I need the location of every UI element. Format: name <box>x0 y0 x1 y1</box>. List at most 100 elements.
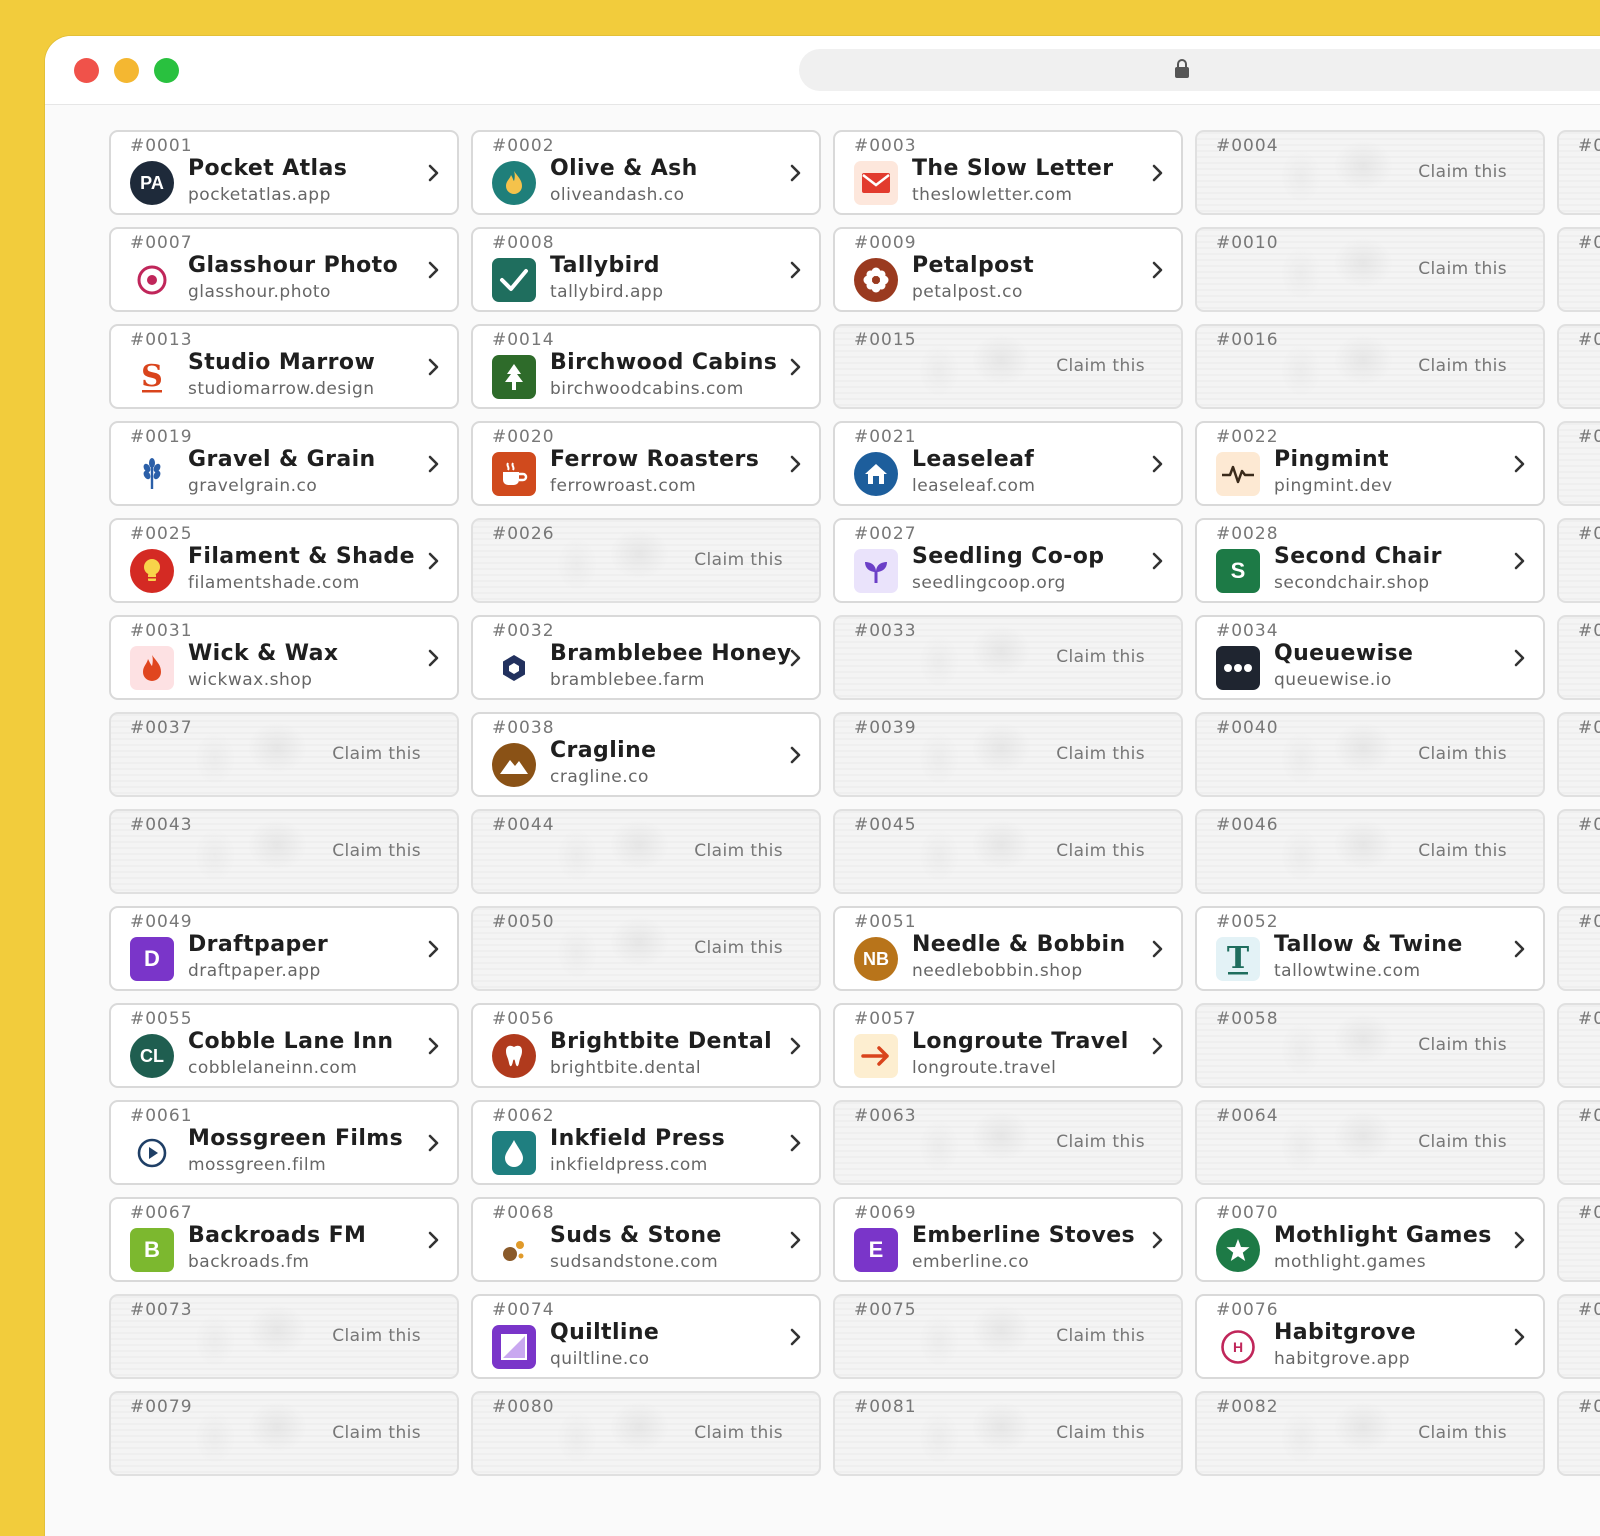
site-card[interactable]: #0025 Filament & Shade filamentshade.com <box>109 518 459 603</box>
claim-this-link[interactable]: Claim this <box>1418 356 1507 376</box>
claim-card[interactable]: #0071 <box>1557 1197 1600 1282</box>
claim-card[interactable]: #0053 <box>1557 906 1600 991</box>
site-card[interactable]: #0008 Tallybird tallybird.app <box>471 227 821 312</box>
claim-this-link[interactable]: Claim this <box>332 744 421 764</box>
site-card[interactable]: #0076 H Habitgrove habitgrove.app <box>1195 1294 1545 1379</box>
site-card[interactable]: #0049 D Draftpaper draftpaper.app <box>109 906 459 991</box>
card-number: #0021 <box>854 427 917 447</box>
site-card[interactable]: #0002 Olive & Ash oliveandash.co <box>471 130 821 215</box>
claim-card[interactable]: #0040 Claim this <box>1195 712 1545 797</box>
claim-this-link[interactable]: Claim this <box>1056 841 1145 861</box>
site-card[interactable]: #0061 Mossgreen Films mossgreen.film <box>109 1100 459 1185</box>
claim-card[interactable]: #0064 Claim this <box>1195 1100 1545 1185</box>
claim-this-link[interactable]: Claim this <box>694 841 783 861</box>
site-card[interactable]: #0013 S Studio Marrow studiomarrow.design <box>109 324 459 409</box>
claim-card[interactable]: #0081 Claim this <box>833 1391 1183 1476</box>
claim-card[interactable]: #0044 Claim this <box>471 809 821 894</box>
claim-this-link[interactable]: Claim this <box>1418 1035 1507 1055</box>
claim-this-link[interactable]: Claim this <box>1056 356 1145 376</box>
site-card[interactable]: #0062 Inkfield Press inkfieldpress.com <box>471 1100 821 1185</box>
claim-card[interactable]: #0010 Claim this <box>1195 227 1545 312</box>
card-number: #0061 <box>130 1106 193 1126</box>
site-card[interactable]: #0007 Glasshour Photo glasshour.photo <box>109 227 459 312</box>
site-card[interactable]: #0051 NB Needle & Bobbin needlebobbin.shop <box>833 906 1183 991</box>
site-card[interactable]: #0067 B Backroads FM backroads.fm <box>109 1197 459 1282</box>
claim-this-link[interactable]: Claim this <box>1418 841 1507 861</box>
claim-card[interactable]: #0082 Claim this <box>1195 1391 1545 1476</box>
site-card[interactable]: #0028 S Second Chair secondchair.shop <box>1195 518 1545 603</box>
site-card[interactable]: #0027 Seedling Co-op seedlingcoop.org <box>833 518 1183 603</box>
claim-card[interactable]: #0059 <box>1557 1003 1600 1088</box>
site-card[interactable]: #0069 E Emberline Stoves emberline.co <box>833 1197 1183 1282</box>
claim-card[interactable]: #0016 Claim this <box>1195 324 1545 409</box>
site-card[interactable]: #0055 CL Cobble Lane Inn cobblelaneinn.com <box>109 1003 459 1088</box>
claim-this-link[interactable]: Claim this <box>1418 1132 1507 1152</box>
claim-this-link[interactable]: Claim this <box>1418 259 1507 279</box>
claim-card[interactable]: #0011 <box>1557 227 1600 312</box>
site-card[interactable]: #0009 Petalpost petalpost.co <box>833 227 1183 312</box>
claim-card[interactable]: #0039 Claim this <box>833 712 1183 797</box>
claim-card[interactable]: #0080 Claim this <box>471 1391 821 1476</box>
claim-this-link[interactable]: Claim this <box>1418 162 1507 182</box>
claim-this-link[interactable]: Claim this <box>694 550 783 570</box>
site-card[interactable]: #0057 Longroute Travel longroute.travel <box>833 1003 1183 1088</box>
claim-card[interactable]: #0063 Claim this <box>833 1100 1183 1185</box>
claim-this-link[interactable]: Claim this <box>332 1326 421 1346</box>
claim-card[interactable]: #0077 <box>1557 1294 1600 1379</box>
site-card[interactable]: #0022 Pingmint pingmint.dev <box>1195 421 1545 506</box>
site-card[interactable]: #0034 Queuewise queuewise.io <box>1195 615 1545 700</box>
claim-card[interactable]: #0043 Claim this <box>109 809 459 894</box>
site-card[interactable]: #0074 Quiltline quiltline.co <box>471 1294 821 1379</box>
claim-this-link[interactable]: Claim this <box>1056 1423 1145 1443</box>
claim-card[interactable]: #0004 Claim this <box>1195 130 1545 215</box>
site-card[interactable]: #0052 T Tallow & Twine tallowtwine.com <box>1195 906 1545 991</box>
claim-this-link[interactable]: Claim this <box>1418 744 1507 764</box>
site-card[interactable]: #0056 Brightbite Dental brightbite.dental <box>471 1003 821 1088</box>
site-card[interactable]: #0021 Leaseleaf leaseleaf.com <box>833 421 1183 506</box>
claim-card[interactable]: #0035 <box>1557 615 1600 700</box>
claim-card[interactable]: #0075 Claim this <box>833 1294 1183 1379</box>
claim-card[interactable]: #0029 <box>1557 518 1600 603</box>
claim-card[interactable]: #0058 Claim this <box>1195 1003 1545 1088</box>
claim-card[interactable]: #0046 Claim this <box>1195 809 1545 894</box>
claim-card[interactable]: #0041 <box>1557 712 1600 797</box>
claim-card[interactable]: #0033 Claim this <box>833 615 1183 700</box>
site-card[interactable]: #0032 Bramblebee Honey bramblebee.farm <box>471 615 821 700</box>
site-card[interactable]: #0019 Gravel & Grain gravelgrain.co <box>109 421 459 506</box>
claim-card[interactable]: #0047 <box>1557 809 1600 894</box>
minimize-window-button[interactable] <box>114 58 139 83</box>
claim-this-link[interactable]: Claim this <box>332 1423 421 1443</box>
claim-card[interactable]: #0023 <box>1557 421 1600 506</box>
claim-card[interactable]: #0026 Claim this <box>471 518 821 603</box>
claim-card[interactable]: #0050 Claim this <box>471 906 821 991</box>
chevron-right-icon <box>428 649 440 667</box>
claim-card[interactable]: #0045 Claim this <box>833 809 1183 894</box>
claim-this-link[interactable]: Claim this <box>1418 1423 1507 1443</box>
claim-this-link[interactable]: Claim this <box>1056 1132 1145 1152</box>
site-card[interactable]: #0031 Wick & Wax wickwax.shop <box>109 615 459 700</box>
site-card[interactable]: #0068 Suds & Stone sudsandstone.com <box>471 1197 821 1282</box>
claim-card[interactable]: #0015 Claim this <box>833 324 1183 409</box>
claim-this-link[interactable]: Claim this <box>1056 647 1145 667</box>
close-window-button[interactable] <box>74 58 99 83</box>
claim-this-link[interactable]: Claim this <box>332 841 421 861</box>
zoom-window-button[interactable] <box>154 58 179 83</box>
claim-this-link[interactable]: Claim this <box>1056 1326 1145 1346</box>
claim-card[interactable]: #0065 <box>1557 1100 1600 1185</box>
site-card[interactable]: #0001 PA Pocket Atlas pocketatlas.app <box>109 130 459 215</box>
site-card[interactable]: #0014 Birchwood Cabins birchwoodcabins.com <box>471 324 821 409</box>
claim-this-link[interactable]: Claim this <box>694 1423 783 1443</box>
site-card[interactable]: #0038 Cragline cragline.co <box>471 712 821 797</box>
claim-card[interactable]: #0037 Claim this <box>109 712 459 797</box>
claim-this-link[interactable]: Claim this <box>1056 744 1145 764</box>
address-bar[interactable] <box>799 49 1600 91</box>
claim-card[interactable]: #0079 Claim this <box>109 1391 459 1476</box>
site-card[interactable]: #0070 Mothlight Games mothlight.games <box>1195 1197 1545 1282</box>
claim-card[interactable]: #0005 <box>1557 130 1600 215</box>
claim-card[interactable]: #0083 <box>1557 1391 1600 1476</box>
claim-card[interactable]: #0017 <box>1557 324 1600 409</box>
claim-card[interactable]: #0073 Claim this <box>109 1294 459 1379</box>
site-card[interactable]: #0003 The Slow Letter theslowletter.com <box>833 130 1183 215</box>
claim-this-link[interactable]: Claim this <box>694 938 783 958</box>
site-card[interactable]: #0020 Ferrow Roasters ferrowroast.com <box>471 421 821 506</box>
